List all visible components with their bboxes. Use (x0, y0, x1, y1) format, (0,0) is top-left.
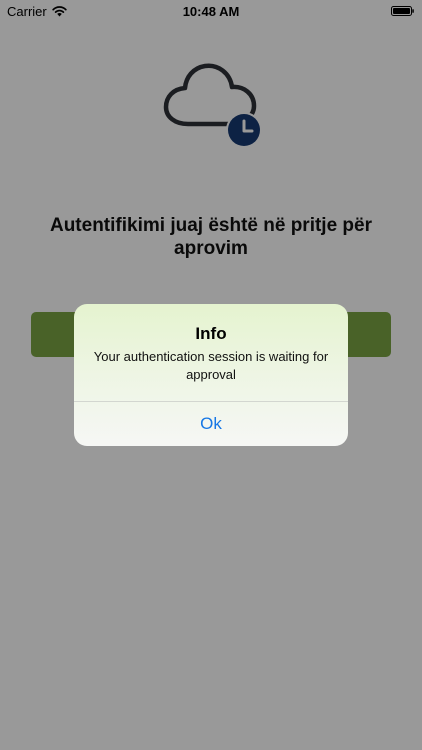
alert-message: Your authentication session is waiting f… (93, 349, 329, 382)
ok-button[interactable]: Ok (74, 402, 348, 446)
alert-title: Info (195, 324, 227, 343)
alert-dialog: Info Your authentication session is wait… (74, 304, 348, 446)
